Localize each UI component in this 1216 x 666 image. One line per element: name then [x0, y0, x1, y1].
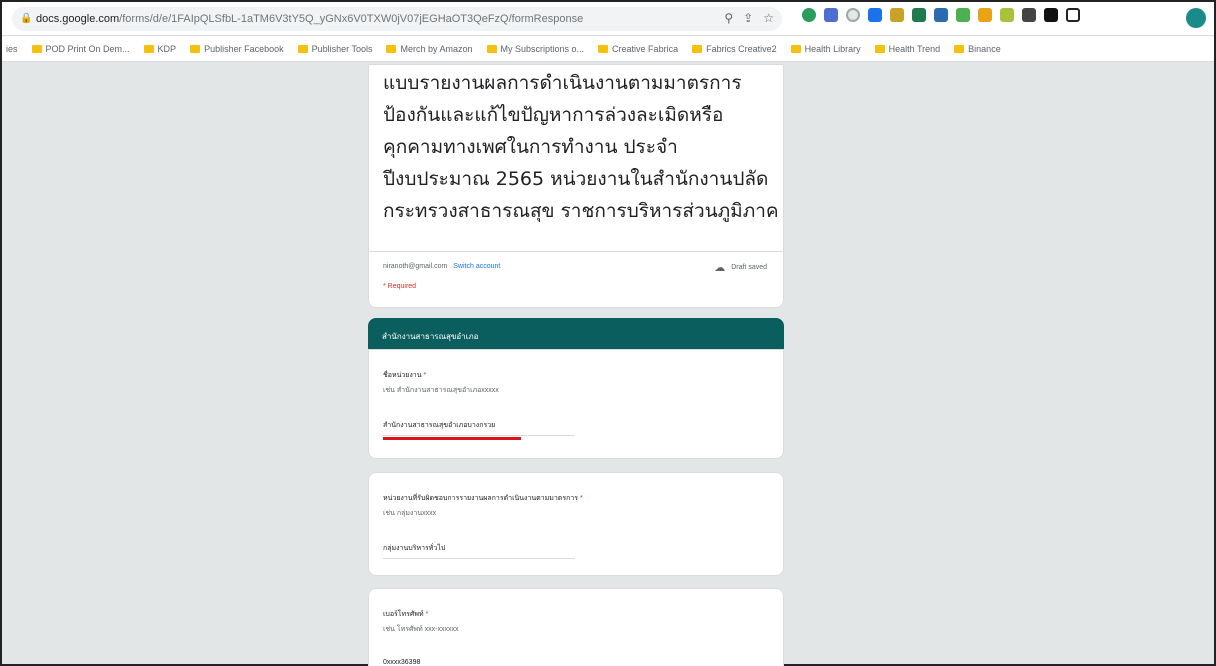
folder-icon	[297, 44, 308, 53]
extensions-puzzle-icon[interactable]	[1044, 8, 1058, 22]
question-help: เช่น โทรศัพท์ xxx-xxxxxx	[383, 626, 459, 633]
lock-icon[interactable]: 🔒	[20, 14, 32, 24]
url-host: docs.google.com	[36, 13, 120, 25]
extension-wing-icon[interactable]	[890, 8, 904, 22]
bookmark-item[interactable]: Creative Fabrica	[598, 44, 678, 54]
omnibox-actions: ⚲ ⇪ ☆	[724, 11, 774, 25]
draft-status: ☁ Draft saved	[714, 261, 767, 274]
extension-orange-icon[interactable]	[978, 8, 992, 22]
extension-lime-icon[interactable]	[1000, 8, 1014, 22]
extension-filter-icon[interactable]	[912, 8, 926, 22]
zoom-icon[interactable]: ⚲	[724, 11, 733, 25]
question-help: เช่น สำนักงานสาธารณสุขอำเภอxxxxx	[383, 387, 499, 394]
sidepanel-icon[interactable]	[1066, 8, 1080, 22]
profile-avatar[interactable]	[1186, 8, 1206, 28]
switch-account-link[interactable]: Switch account	[453, 263, 500, 270]
answer-input[interactable]: สำนักงานสาธารณสุขอำเภอบางกรวย	[383, 420, 575, 436]
cloud-saved-icon: ☁	[714, 262, 726, 274]
folder-icon	[598, 44, 609, 53]
bookmark-item[interactable]: Publisher Facebook	[190, 44, 284, 54]
folder-icon	[874, 44, 885, 53]
bookmark-item[interactable]: Binance	[954, 44, 1001, 54]
folder-icon	[790, 44, 801, 53]
bookmarks-bar: ies POD Print On Dem... KDP Publisher Fa…	[2, 36, 1214, 62]
question-help: เช่น กลุ่มงานxxxx	[383, 510, 437, 517]
bookmark-item[interactable]: Publisher Tools	[297, 44, 372, 54]
required-star: *	[580, 495, 583, 502]
folder-icon	[954, 44, 965, 53]
folder-icon	[190, 44, 201, 53]
question-card: เบอร์โทรศัพท์ * เช่น โทรศัพท์ xxx-xxxxxx…	[368, 588, 784, 666]
extension-wave-icon[interactable]	[1022, 8, 1036, 22]
highlight-underline	[383, 437, 521, 440]
extensions-bar	[802, 8, 1080, 22]
answer-input[interactable]: กลุ่มงานบริหารทั่วไป	[383, 543, 575, 559]
question-title: ชื่อหน่วยงาน *	[383, 372, 427, 379]
required-star: *	[425, 611, 429, 618]
folder-icon	[692, 44, 703, 53]
bookmark-item[interactable]: My Subscriptions o...	[486, 44, 584, 54]
folder-icon	[486, 44, 497, 53]
folder-icon	[386, 44, 397, 53]
form-title-card: แบบรายงานผลการดำเนินงานตามมาตรการป้องกัน…	[368, 64, 784, 308]
bookmark-item[interactable]: Merch by Amazon	[386, 44, 473, 54]
extension-diamond-icon[interactable]	[846, 8, 860, 22]
section-header: สำนักงานสาธารณสุขอำเภอ	[368, 318, 784, 350]
bookmark-item[interactable]: POD Print On Dem...	[31, 44, 130, 54]
question-card: หน่วยงานที่รับผิดชอบการรายงานผลการดำเนิน…	[368, 472, 784, 576]
browser-toolbar: 🔒 docs.google.com /forms/d/e/1FAIpQLSfbL…	[2, 2, 1214, 36]
question-title: หน่วยงานที่รับผิดชอบการรายงานผลการดำเนิน…	[383, 495, 583, 502]
folder-icon	[143, 44, 154, 53]
required-star: *	[423, 372, 427, 379]
required-note: * Required	[383, 283, 417, 290]
question-card: ชื่อหน่วยงาน * เช่น สำนักงานสาธารณสุขอำเ…	[368, 349, 784, 459]
extension-grid-icon[interactable]	[956, 8, 970, 22]
question-title: เบอร์โทรศัพท์ *	[383, 611, 429, 618]
extension-tag-icon[interactable]	[934, 8, 948, 22]
extension-blue-icon[interactable]	[824, 8, 838, 22]
bookmark-prefix[interactable]: ies	[6, 44, 18, 54]
bookmark-item[interactable]: Fabrics Creative2	[692, 44, 777, 54]
answer-input[interactable]: 0xxxx36398	[383, 659, 575, 666]
account-email: niranoth@gmail.com	[383, 263, 448, 270]
address-bar[interactable]: 🔒 docs.google.com /forms/d/e/1FAIpQLSfbL…	[12, 7, 782, 31]
bookmark-item[interactable]: KDP	[143, 44, 176, 54]
bookmark-item[interactable]: Health Library	[790, 44, 861, 54]
account-info: niranoth@gmail.com Switch account	[383, 263, 500, 270]
bookmark-item[interactable]: Health Trend	[874, 44, 940, 54]
extension-green-icon[interactable]	[802, 8, 816, 22]
extension-chart-icon[interactable]	[868, 8, 882, 22]
share-icon[interactable]: ⇪	[743, 11, 753, 25]
url-path: /forms/d/e/1FAIpQLSfbL-1aTM6V3tY5Q_yGNx6…	[119, 13, 584, 25]
divider	[369, 251, 783, 252]
form-title: แบบรายงานผลการดำเนินงานตามมาตรการป้องกัน…	[383, 72, 779, 222]
folder-icon	[31, 44, 42, 53]
draft-saved-label: Draft saved	[731, 264, 767, 271]
bookmark-star-icon[interactable]: ☆	[763, 11, 774, 25]
